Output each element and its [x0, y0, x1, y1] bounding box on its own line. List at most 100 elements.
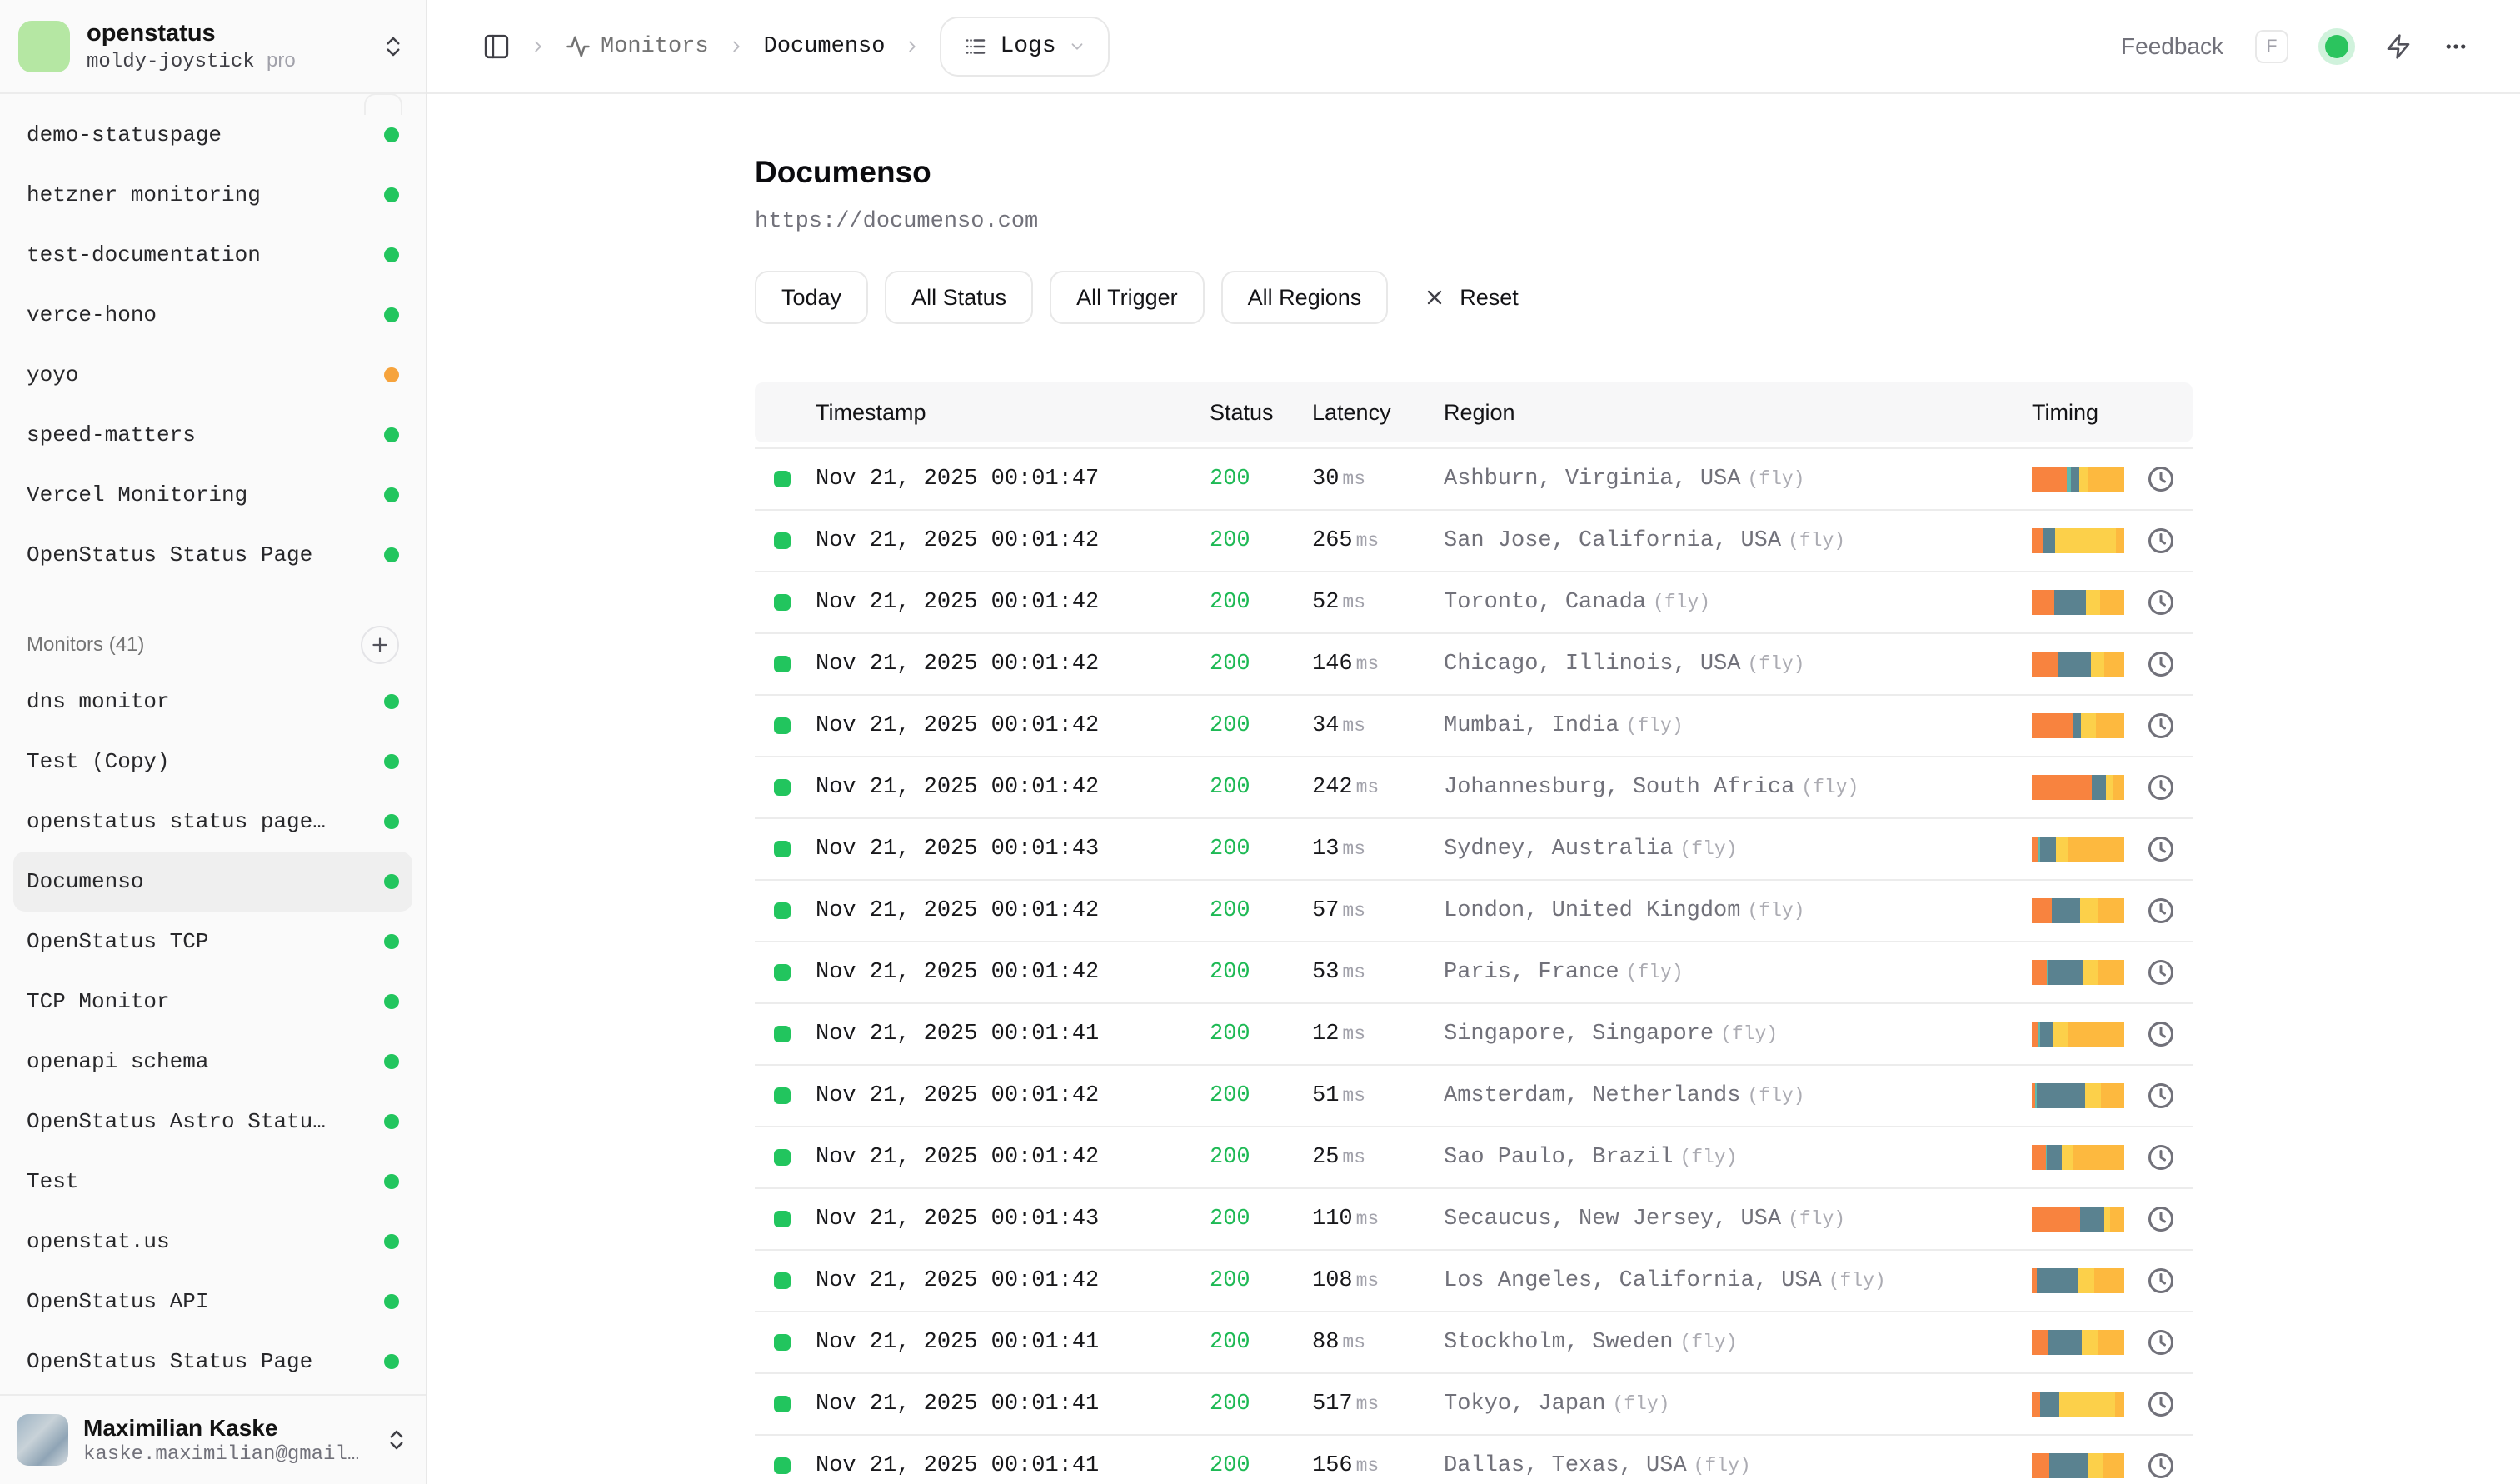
clock-icon[interactable] [2146, 526, 2176, 556]
sidebar-item[interactable]: yoyo [13, 345, 412, 405]
sidebar-item[interactable]: OpenStatus API [13, 1272, 412, 1332]
clock-icon[interactable] [2146, 587, 2176, 617]
clock-icon[interactable] [2146, 1204, 2176, 1234]
table-row[interactable]: Nov 21, 2025 00:01:47 200 30ms Ashburn, … [755, 449, 2193, 511]
table-row[interactable]: Nov 21, 2025 00:01:43 200 110ms Secaucus… [755, 1189, 2193, 1251]
clock-icon[interactable] [2146, 834, 2176, 864]
status-dot [384, 307, 399, 322]
sidebar-item[interactable]: test-documentation [13, 225, 412, 285]
more-options-icon[interactable] [2443, 34, 2468, 59]
timing-bar[interactable] [2032, 1207, 2124, 1232]
clock-icon[interactable] [2146, 1451, 2176, 1481]
clock-icon[interactable] [2146, 1142, 2176, 1172]
col-status[interactable]: Status [1210, 400, 1312, 426]
clock-icon[interactable] [2146, 896, 2176, 926]
timing-bar[interactable] [2032, 1392, 2124, 1417]
clock-icon[interactable] [2146, 1019, 2176, 1049]
timing-segment-dns [2032, 1145, 2046, 1170]
filter-button[interactable]: All Regions [1221, 271, 1389, 324]
view-selector-logs[interactable]: Logs [940, 17, 1109, 77]
breadcrumb-monitor-name[interactable]: Documenso [764, 34, 886, 59]
timing-segment-dns [2032, 1207, 2080, 1232]
timing-bar[interactable] [2032, 528, 2124, 553]
table-row[interactable]: Nov 21, 2025 00:01:42 200 265ms San Jose… [755, 511, 2193, 572]
timing-bar[interactable] [2032, 1453, 2124, 1478]
table-row[interactable]: Nov 21, 2025 00:01:42 200 51ms Amsterdam… [755, 1066, 2193, 1127]
table-row[interactable]: Nov 21, 2025 00:01:41 200 517ms Tokyo, J… [755, 1374, 2193, 1436]
sidebar-item[interactable]: Test (Copy) [13, 732, 412, 792]
clock-icon[interactable] [2146, 1266, 2176, 1296]
workspace-switcher[interactable]: openstatus moldy-joystick pro [0, 0, 426, 94]
table-row[interactable]: Nov 21, 2025 00:01:43 200 13ms Sydney, A… [755, 819, 2193, 881]
filter-button[interactable]: All Status [885, 271, 1033, 324]
sidebar-item[interactable]: OpenStatus TCP [13, 912, 412, 972]
sidebar-item[interactable]: openstatus status page… [13, 792, 412, 852]
clock-icon[interactable] [2146, 772, 2176, 802]
breadcrumb-monitors[interactable]: Monitors [566, 34, 709, 59]
timing-segment-transfer [2098, 898, 2124, 923]
sidebar-toggle-icon[interactable] [482, 32, 511, 61]
sidebar-item[interactable]: OpenStatus Status Page [13, 525, 412, 585]
table-row[interactable]: Nov 21, 2025 00:01:42 200 34ms Mumbai, I… [755, 696, 2193, 757]
col-timing[interactable]: Timing [2032, 400, 2193, 426]
filter-button[interactable]: All Trigger [1050, 271, 1205, 324]
table-row[interactable]: Nov 21, 2025 00:01:42 200 57ms London, U… [755, 881, 2193, 942]
sidebar-item[interactable]: openapi schema [13, 1032, 412, 1092]
sidebar-item[interactable]: TCP Monitor [13, 972, 412, 1032]
timestamp-cell: Nov 21, 2025 00:01:41 [816, 1453, 1210, 1478]
sidebar-item[interactable]: verce-hono [13, 285, 412, 345]
table-row[interactable]: Nov 21, 2025 00:01:42 200 52ms Toronto, … [755, 572, 2193, 634]
table-row[interactable]: Nov 21, 2025 00:01:41 200 12ms Singapore… [755, 1004, 2193, 1066]
clock-icon[interactable] [2146, 1327, 2176, 1357]
clock-icon[interactable] [2146, 1389, 2176, 1419]
table-row[interactable]: Nov 21, 2025 00:01:42 200 242ms Johannes… [755, 757, 2193, 819]
app-root: openstatus moldy-joystick pro demo-statu… [0, 0, 2520, 1484]
col-latency[interactable]: Latency [1312, 400, 1444, 426]
table-row[interactable]: Nov 21, 2025 00:01:42 200 108ms Los Ange… [755, 1251, 2193, 1312]
timing-bar[interactable] [2032, 1083, 2124, 1108]
sidebar-item[interactable]: speed-matters [13, 405, 412, 465]
sidebar-item[interactable]: openstat.us [13, 1212, 412, 1272]
add-monitor-button[interactable] [361, 626, 399, 664]
timing-bar[interactable] [2032, 652, 2124, 677]
table-row[interactable]: Nov 21, 2025 00:01:42 200 25ms Sao Paulo… [755, 1127, 2193, 1189]
sidebar-item[interactable]: OpenStatus Astro Statu… [13, 1092, 412, 1152]
sidebar-item[interactable]: Test [13, 1152, 412, 1212]
timing-bar[interactable] [2032, 960, 2124, 985]
col-region[interactable]: Region [1444, 400, 2032, 426]
clock-icon[interactable] [2146, 1081, 2176, 1111]
sidebar-item[interactable]: dns monitor [13, 672, 412, 732]
sidebar-scrollbar[interactable] [364, 93, 402, 115]
table-row[interactable]: Nov 21, 2025 00:01:42 200 53ms Paris, Fr… [755, 942, 2193, 1004]
sidebar-item[interactable]: Vercel Monitoring [13, 465, 412, 525]
clock-icon[interactable] [2146, 711, 2176, 741]
timing-bar[interactable] [2032, 467, 2124, 492]
timing-bar[interactable] [2032, 775, 2124, 800]
clock-icon[interactable] [2146, 957, 2176, 987]
table-row[interactable]: Nov 21, 2025 00:01:41 200 88ms Stockholm… [755, 1312, 2193, 1374]
filter-button[interactable]: Today [755, 271, 868, 324]
clock-icon[interactable] [2146, 649, 2176, 679]
sidebar-item[interactable]: hetzner monitoring [13, 165, 412, 225]
timing-bar[interactable] [2032, 713, 2124, 738]
reset-filters-button[interactable]: Reset [1405, 271, 1537, 324]
region-cell: Tokyo, Japan(fly) [1444, 1392, 2032, 1417]
col-timestamp[interactable]: Timestamp [816, 400, 1210, 426]
sidebar-item[interactable]: demo-statuspage [13, 105, 412, 165]
timing-bar[interactable] [2032, 898, 2124, 923]
sidebar-item[interactable]: Documenso [13, 852, 412, 912]
timing-bar[interactable] [2032, 837, 2124, 862]
table-row[interactable]: Nov 21, 2025 00:01:41 200 156ms Dallas, … [755, 1436, 2193, 1484]
sidebar-item[interactable]: OpenStatus Status Page [13, 1332, 412, 1392]
timing-bar[interactable] [2032, 1330, 2124, 1355]
timing-bar[interactable] [2032, 1268, 2124, 1293]
clock-icon[interactable] [2146, 464, 2176, 494]
system-status-indicator[interactable] [2325, 35, 2348, 58]
timing-bar[interactable] [2032, 1022, 2124, 1047]
feedback-button[interactable]: Feedback [2121, 33, 2223, 60]
lightning-icon[interactable] [2385, 33, 2412, 60]
timing-bar[interactable] [2032, 1145, 2124, 1170]
timing-bar[interactable] [2032, 590, 2124, 615]
table-row[interactable]: Nov 21, 2025 00:01:42 200 146ms Chicago,… [755, 634, 2193, 696]
user-menu[interactable]: Maximilian Kaske kaske.maximilian@gmail… [0, 1394, 426, 1484]
